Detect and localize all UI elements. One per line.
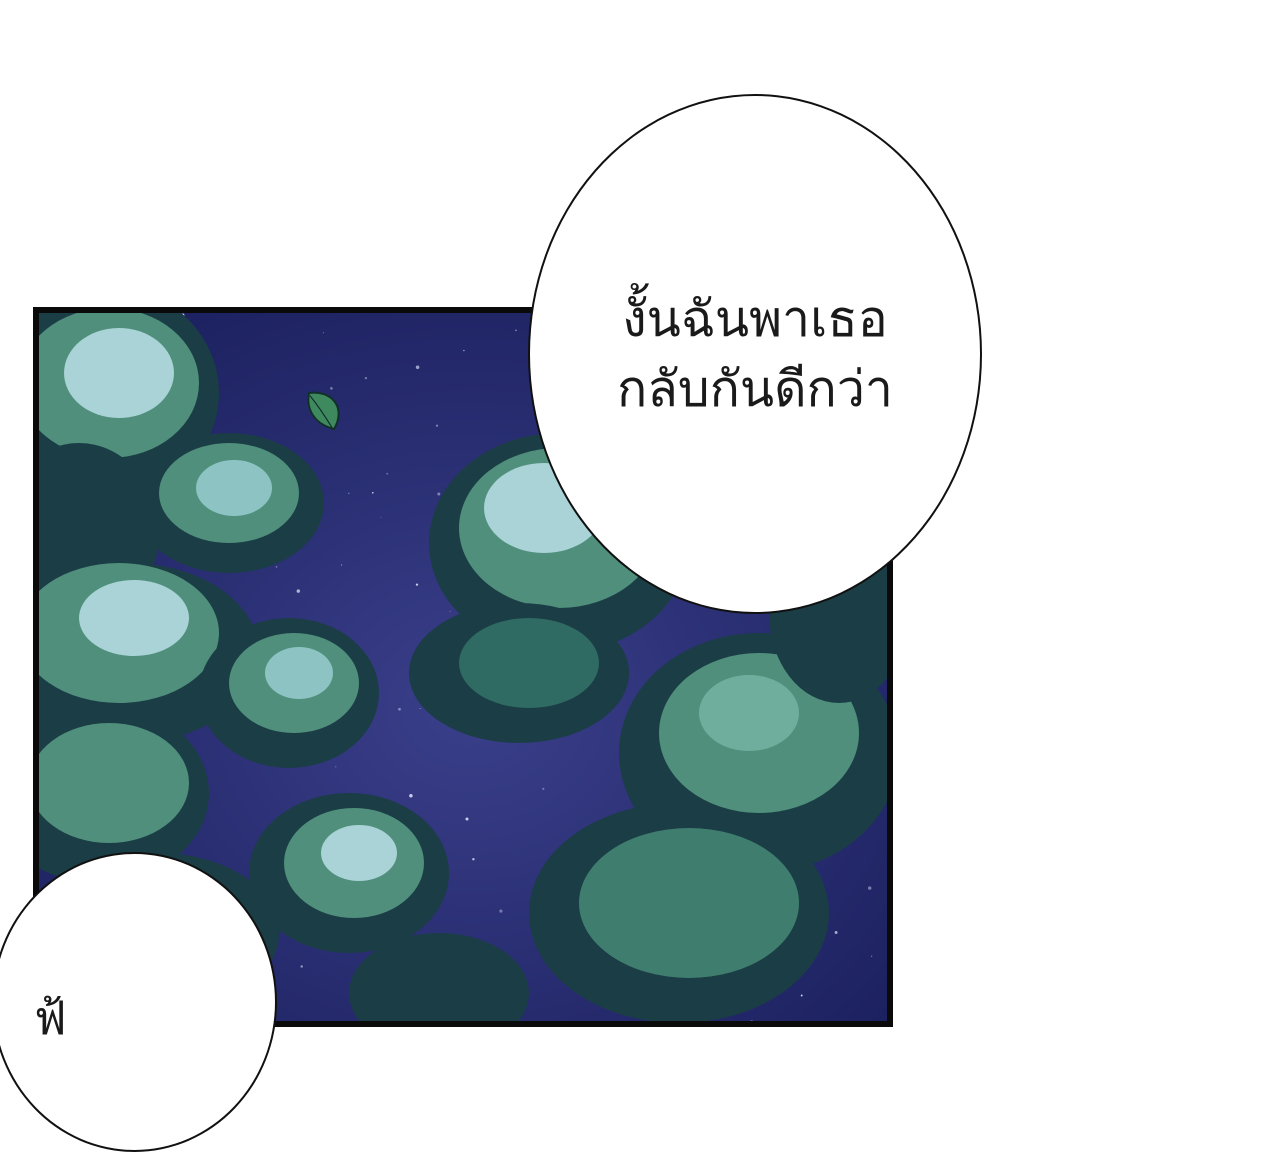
- star: [300, 965, 303, 968]
- star: [463, 349, 465, 352]
- star: [296, 589, 300, 593]
- star: [515, 329, 517, 332]
- star: [348, 492, 350, 495]
- speech-line-1: งั้นฉันพาเธอ: [622, 290, 888, 348]
- star: [419, 708, 421, 710]
- star: [330, 387, 333, 390]
- star: [398, 707, 401, 711]
- speech-bubble-partial: ฟ้: [0, 852, 277, 1152]
- star: [415, 583, 419, 586]
- star: [340, 564, 343, 566]
- star: [364, 376, 368, 380]
- star: [507, 1025, 510, 1027]
- star: [834, 931, 838, 934]
- speech-line-2: กลับกันดีกว่า: [616, 360, 893, 418]
- star: [499, 909, 503, 913]
- star: [449, 611, 451, 613]
- star: [322, 332, 324, 334]
- star: [386, 472, 389, 475]
- star: [409, 794, 413, 798]
- star: [415, 365, 420, 370]
- star: [868, 886, 872, 890]
- speech-partial-text: ฟ้: [34, 991, 67, 1045]
- star: [870, 955, 873, 958]
- star: [437, 492, 441, 496]
- star: [472, 857, 475, 861]
- star: [542, 787, 545, 790]
- speech-bubble-main: งั้นฉันพาเธอ กลับกันดีกว่า: [528, 94, 982, 614]
- star: [435, 424, 439, 427]
- star: [750, 1020, 753, 1021]
- star: [465, 817, 469, 821]
- star: [800, 994, 803, 997]
- star: [371, 491, 374, 494]
- star: [275, 566, 278, 568]
- star: [380, 516, 382, 518]
- star: [335, 766, 337, 768]
